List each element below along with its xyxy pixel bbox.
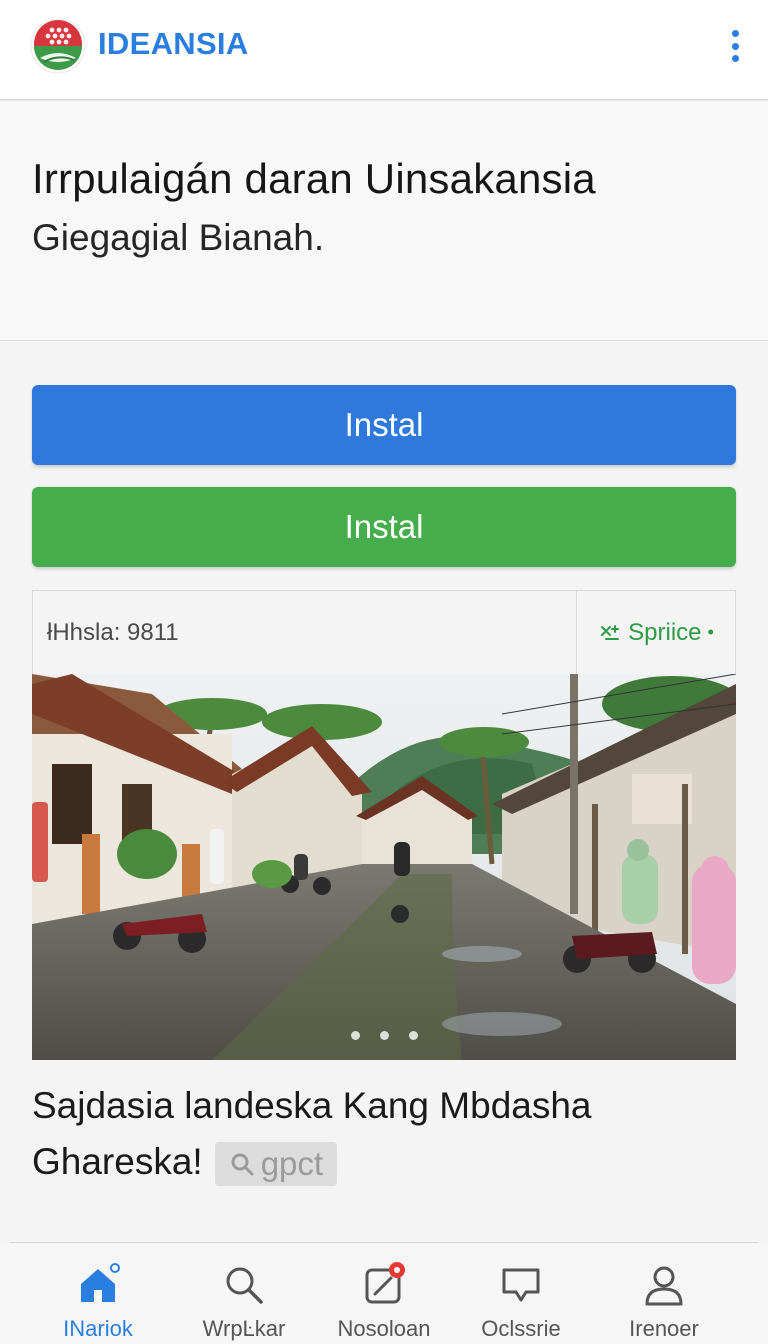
settings-link[interactable]: Spriice • <box>577 591 735 674</box>
ideansia-logo-icon[interactable] <box>30 18 86 76</box>
nav-label: INariok <box>63 1316 133 1341</box>
carousel-dot[interactable] <box>408 1031 418 1040</box>
carousel-dot[interactable] <box>350 1031 360 1040</box>
nav-item-profile[interactable]: Irenoer <box>589 1262 739 1344</box>
install-button-primary[interactable]: Instal <box>32 385 736 465</box>
carousel-indicators <box>32 1031 736 1040</box>
brand-name: IDEANSIA <box>98 26 249 61</box>
nav-label: Irenoer <box>629 1316 699 1341</box>
profile-icon <box>645 1266 683 1306</box>
dot-indicator: • <box>707 622 714 642</box>
nav-item-chat[interactable]: Oclssrie <box>446 1262 596 1344</box>
page-subtitle: Giegagial Bianah. <box>32 217 325 258</box>
search-tag[interactable]: gpct <box>214 1142 338 1187</box>
nav-label: WrpĿkar <box>202 1316 286 1341</box>
edit-notification-icon <box>365 1262 405 1304</box>
hero-section: Irrpulaigán daran Uinsakansia Giegagial … <box>0 101 768 341</box>
settings-icon <box>601 624 620 640</box>
search-icon <box>226 1267 263 1304</box>
search-icon <box>231 1153 254 1176</box>
app-bar: IDEANSIA <box>0 0 768 100</box>
village-street-image <box>32 674 736 1060</box>
home-icon <box>81 1263 120 1302</box>
info-count: łHhsla: 9811 <box>33 591 577 674</box>
settings-label: Spriice <box>628 618 702 646</box>
nav-label: Nosoloan <box>337 1316 431 1341</box>
nav-item-home[interactable]: INariok <box>23 1262 173 1344</box>
nav-item-notifications[interactable]: Nosoloan <box>309 1262 459 1344</box>
nav-divider <box>10 1242 758 1243</box>
page-title: Irrpulaigán daran Uinsakansia <box>32 155 596 202</box>
info-bar: łHhsla: 9811 Spriice • <box>32 590 736 674</box>
carousel-dot[interactable] <box>379 1031 389 1040</box>
nav-item-search[interactable]: WrpĿkar <box>169 1262 319 1344</box>
tag-label: gpct <box>260 1145 324 1183</box>
bottom-navigation: INariok WrpĿkar Nosoloan Oclssrie Irenoe… <box>0 1242 768 1344</box>
nav-label: Oclssrie <box>481 1316 561 1341</box>
photo-caption: Sajdasia Ɩandeska Kang Mbdasha Ghareska!… <box>32 1078 736 1190</box>
village-photo-carousel[interactable] <box>32 674 736 1060</box>
chat-icon <box>502 1268 540 1302</box>
install-button-secondary[interactable]: Instal <box>32 487 736 567</box>
more-vertical-icon[interactable] <box>730 30 740 62</box>
